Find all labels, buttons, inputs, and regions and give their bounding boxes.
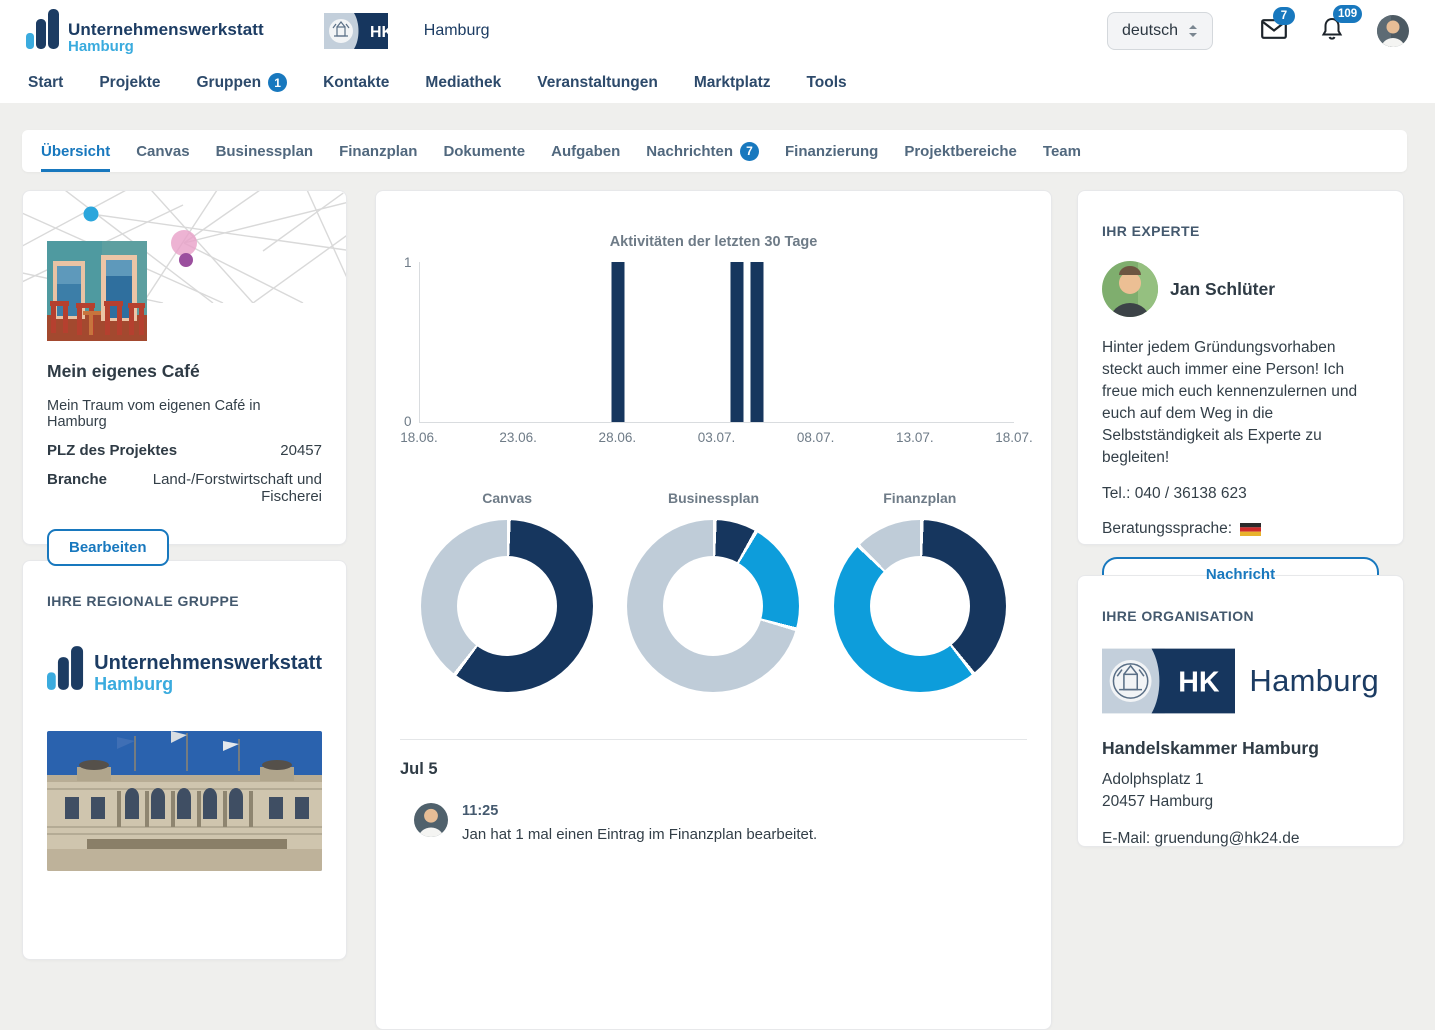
project-photo	[47, 241, 147, 341]
plz-value: 20457	[280, 442, 322, 459]
nav-item-mediathek[interactable]: Mediathek	[425, 74, 501, 92]
messages-count-badge: 7	[1273, 7, 1295, 25]
tab-finanzierung[interactable]: Finanzierung	[772, 130, 891, 172]
donut-businessplan-title: Businessplan	[610, 490, 816, 506]
user-avatar[interactable]	[1377, 15, 1409, 47]
bar-chart-xticks: 18.06. 23.06. 28.06. 03.07. 08.07. 13.07…	[419, 430, 1014, 448]
tab-team[interactable]: Team	[1030, 130, 1094, 172]
svg-text:HK: HK	[370, 24, 394, 41]
tab-uebersicht[interactable]: Übersicht	[28, 130, 123, 172]
expert-avatar	[1102, 261, 1158, 317]
notifications-count-badge: 109	[1333, 5, 1362, 23]
tab-businessplan[interactable]: Businessplan	[203, 130, 327, 172]
organisation-address-line1: Adolphsplatz 1	[1102, 769, 1379, 791]
bar-chart-title: Aktivitäten der letzten 30 Tage	[400, 234, 1027, 250]
expert-phone: Tel.: 040 / 36138 623	[1102, 485, 1379, 503]
organisation-logo: HK Hamburg	[1102, 647, 1379, 715]
regional-logo-title: Unternehmenswerkstatt	[94, 653, 322, 674]
y-axis-min-label: 0	[404, 414, 412, 429]
nachrichten-count-badge: 7	[740, 142, 759, 161]
bar-chart-plot: 1 0	[419, 262, 1014, 423]
nav-item-kontakte[interactable]: Kontakte	[323, 74, 389, 92]
nav-item-marktplatz[interactable]: Marktplatz	[694, 74, 771, 92]
timeline-entry-time: 11:25	[462, 803, 817, 819]
expert-language-label: Beratungssprache:	[1102, 520, 1232, 538]
branche-label: Branche	[47, 471, 107, 505]
donut-canvas-chart	[421, 520, 593, 692]
project-card: Mein eigenes Café Mein Traum vom eigenen…	[22, 190, 347, 545]
tab-aufgaben[interactable]: Aufgaben	[538, 130, 633, 172]
donut-finanzplan-chart	[834, 520, 1006, 692]
donut-finanzplan-title: Finanzplan	[817, 490, 1023, 506]
project-tabs: Übersicht Canvas Businessplan Finanzplan…	[22, 130, 1407, 172]
expert-name: Jan Schlüter	[1170, 279, 1275, 300]
expert-card: IHR EXPERTE Jan Schlüter Hinter jedem Gr…	[1077, 190, 1404, 545]
donut-charts: Canvas Businessplan Finanzplan	[400, 490, 1027, 692]
tab-projektbereiche[interactable]: Projektbereiche	[891, 130, 1030, 172]
timeline-entry-avatar	[414, 803, 448, 837]
hk-logo-city: Hamburg	[424, 22, 490, 40]
nav-item-veranstaltungen[interactable]: Veranstaltungen	[537, 74, 658, 92]
up-down-arrows-icon	[1188, 24, 1198, 38]
logo-subtitle: Hamburg	[68, 39, 264, 55]
timeline-entry: 11:25 Jan hat 1 mal einen Eintrag im Fin…	[400, 803, 1027, 843]
nav-item-projekte[interactable]: Projekte	[99, 74, 160, 92]
language-select[interactable]: deutsch	[1107, 12, 1213, 50]
y-axis-max-label: 1	[404, 255, 412, 270]
edit-project-button[interactable]: Bearbeiten	[47, 529, 169, 566]
nav-item-gruppen[interactable]: Gruppen 1	[197, 73, 288, 92]
svg-text:HK: HK	[1178, 666, 1220, 698]
language-value: deutsch	[1122, 22, 1178, 40]
tab-canvas[interactable]: Canvas	[123, 130, 202, 172]
logo-bars-icon	[26, 6, 60, 57]
notifications-button[interactable]: 109	[1321, 17, 1343, 46]
timeline-divider	[400, 739, 1027, 740]
expert-heading: IHR EXPERTE	[1102, 223, 1379, 239]
project-description: Mein Traum vom eigenen Café in Hamburg	[47, 398, 322, 430]
regional-logo-subtitle: Hamburg	[94, 674, 322, 695]
organisation-card: IHRE ORGANISATION HK Hamburg	[1077, 575, 1404, 847]
app-header: Unternehmenswerkstatt Hamburg HK Hamburg…	[0, 0, 1435, 62]
tab-finanzplan[interactable]: Finanzplan	[326, 130, 430, 172]
organisation-email: E-Mail: gruendung@hk24.de	[1102, 830, 1379, 848]
regional-group-card: IHRE REGIONALE GRUPPE Unternehmenswerkst…	[22, 560, 347, 960]
hk-logo-icon: HK	[324, 12, 416, 50]
primary-nav: Start Projekte Gruppen 1 Kontakte Mediat…	[0, 62, 1435, 103]
regional-group-photo	[47, 731, 322, 871]
organisation-address-line2: 20457 Hamburg	[1102, 791, 1379, 813]
expert-bio: Hinter jedem Gründungsvorhaben steckt au…	[1102, 337, 1379, 469]
app-logo[interactable]: Unternehmenswerkstatt Hamburg	[26, 6, 264, 57]
nav-item-start[interactable]: Start	[28, 74, 63, 92]
tab-nachrichten[interactable]: Nachrichten 7	[633, 130, 772, 172]
donut-canvas-title: Canvas	[404, 490, 610, 506]
overview-card: Aktivitäten der letzten 30 Tage 1 0 18.0…	[375, 190, 1052, 1030]
plz-label: PLZ des Projektes	[47, 442, 177, 459]
regional-group-logo[interactable]: Unternehmenswerkstatt Hamburg	[47, 641, 322, 695]
timeline-date: Jul 5	[400, 760, 1027, 779]
tab-dokumente[interactable]: Dokumente	[430, 130, 538, 172]
logo-title: Unternehmenswerkstatt	[68, 21, 264, 39]
organisation-heading: IHRE ORGANISATION	[1102, 608, 1379, 624]
logo-bars-icon	[47, 641, 84, 695]
organisation-name: Handelskammer Hamburg	[1102, 738, 1379, 759]
messages-button[interactable]: 7	[1261, 19, 1287, 44]
german-flag-icon	[1240, 523, 1261, 536]
timeline-entry-text: Jan hat 1 mal einen Eintrag im Finanzpla…	[462, 826, 817, 843]
project-title: Mein eigenes Café	[47, 361, 322, 382]
hk-logo-icon: HK	[1102, 647, 1235, 715]
donut-businessplan-chart	[627, 520, 799, 692]
organisation-logo-city: Hamburg	[1249, 663, 1379, 699]
nav-item-tools[interactable]: Tools	[806, 74, 846, 92]
branche-value: Land-/Forstwirtschaft und Fischerei	[117, 471, 322, 505]
regional-group-heading: IHRE REGIONALE GRUPPE	[47, 593, 322, 609]
gruppen-count-badge: 1	[268, 73, 287, 92]
partner-logo[interactable]: HK Hamburg	[324, 12, 490, 50]
